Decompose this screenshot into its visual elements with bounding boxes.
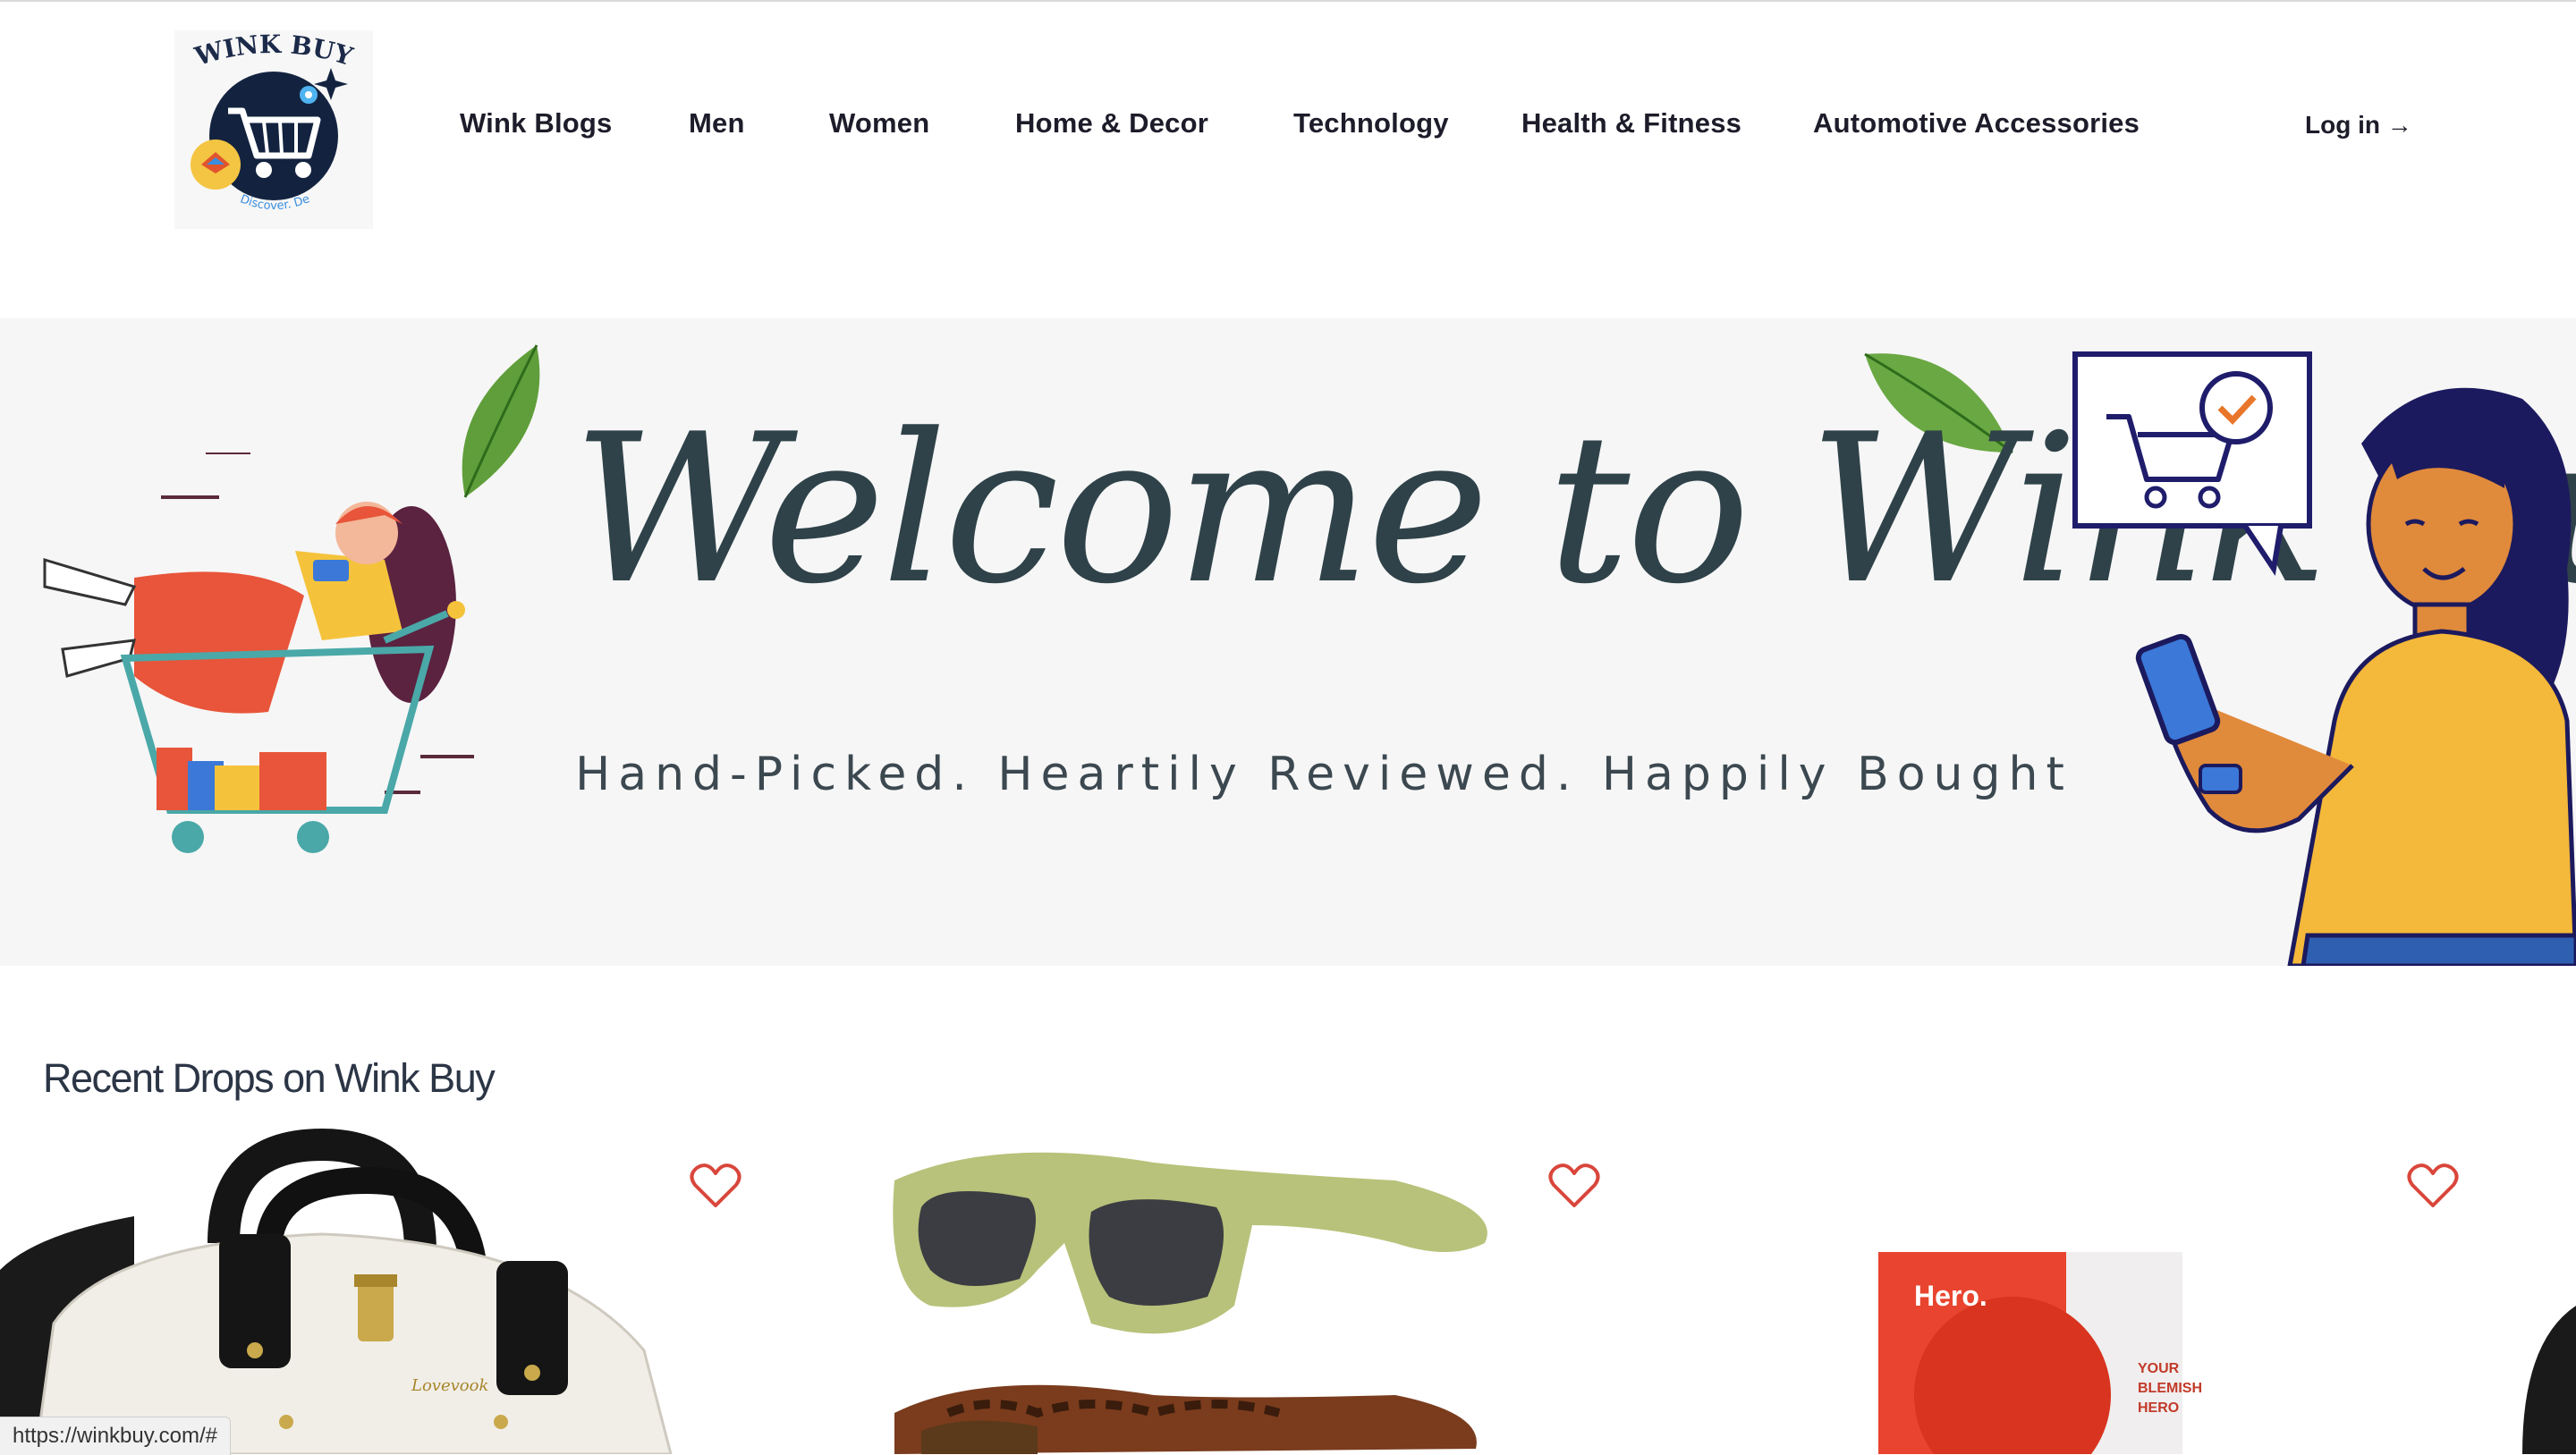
svg-text:BLEMISH: BLEMISH xyxy=(2138,1381,2202,1396)
svg-text:Lovevook: Lovevook xyxy=(411,1376,488,1395)
product-card[interactable]: Lovevook xyxy=(0,1127,698,1454)
nav-item-men[interactable]: Men xyxy=(689,107,745,140)
heart-icon[interactable] xyxy=(1548,1163,1600,1209)
nav-item-home-decor[interactable]: Home & Decor xyxy=(1015,107,1208,140)
login-link[interactable]: Log in → xyxy=(2305,111,2412,140)
link-status-bar: https://winkbuy.com/# xyxy=(0,1417,231,1455)
heart-icon[interactable] xyxy=(2407,1163,2459,1209)
woman-with-phone-illustration xyxy=(2072,351,2576,966)
svg-text:HERO: HERO xyxy=(2138,1400,2179,1416)
nav-item-wink-blogs[interactable]: Wink Blogs xyxy=(460,107,613,140)
nav-item-automotive-accessories[interactable]: Automotive Accessories xyxy=(1813,107,2140,140)
svg-text:Hero.: Hero. xyxy=(1914,1280,1987,1312)
shopping-cart-woman-illustration xyxy=(43,453,474,853)
nav-item-women[interactable]: Women xyxy=(829,107,929,140)
svg-text:WINK BUY: WINK BUY xyxy=(191,30,357,72)
heart-icon[interactable] xyxy=(690,1163,741,1209)
hero-subtitle: Hand-Picked. Heartily Reviewed. Happily … xyxy=(575,748,2072,801)
top-border xyxy=(0,0,2576,2)
product-card[interactable] xyxy=(859,1127,1556,1454)
sunglasses-image xyxy=(893,1152,1487,1454)
svg-text:YOUR: YOUR xyxy=(2138,1361,2180,1376)
nav-item-health-fitness[interactable]: Health & Fitness xyxy=(1521,107,1741,140)
hero-banner: Welcome to Wink Buy Hand-Picked. Heartil… xyxy=(0,318,2576,966)
nav-item-technology[interactable]: Technology xyxy=(1293,107,1449,140)
hero-title: Welcome to Wink Buy xyxy=(572,391,2576,630)
backpack-image: Lovevook xyxy=(0,1128,673,1454)
site-logo[interactable]: WINK BUY Discover. De xyxy=(174,30,373,229)
section-title-recent-drops: Recent Drops on Wink Buy xyxy=(43,1055,496,1101)
